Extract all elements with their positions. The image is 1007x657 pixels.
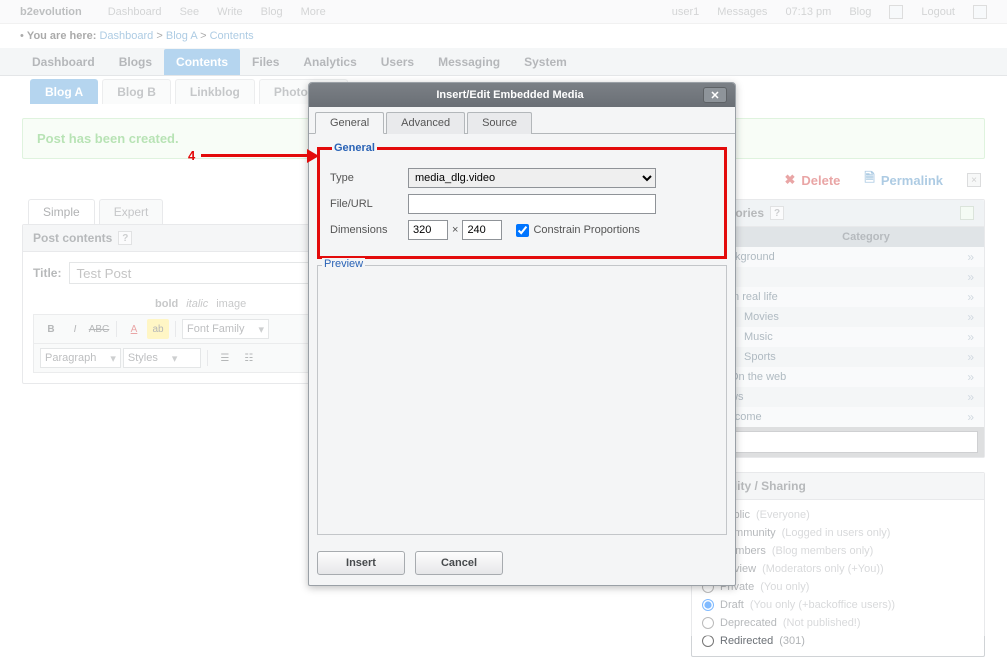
constrain-checkbox[interactable] <box>516 224 529 237</box>
type-label: Type <box>330 172 408 184</box>
cancel-button[interactable]: Cancel <box>415 551 503 575</box>
general-fieldset: General Type media_dlg.video File/URL Di… <box>317 142 727 259</box>
dialog-body: General Type media_dlg.video File/URL Di… <box>309 134 735 543</box>
dlgtab-source[interactable]: Source <box>467 112 532 134</box>
dialog-title: Insert/Edit Embedded Media <box>317 89 703 101</box>
callout-arrow: 4 <box>188 148 319 163</box>
dialog-titlebar[interactable]: Insert/Edit Embedded Media ✕ <box>309 83 735 107</box>
times-label: × <box>448 224 462 236</box>
dialog-tabs: General Advanced Source <box>309 107 735 134</box>
fieldset-legend: General <box>332 142 377 154</box>
fileurl-input[interactable] <box>408 194 656 214</box>
vis-label: Redirected <box>720 635 773 647</box>
callout-number: 4 <box>188 148 195 163</box>
media-dialog: Insert/Edit Embedded Media ✕ General Adv… <box>308 82 736 586</box>
fileurl-label: File/URL <box>330 198 408 210</box>
vis-radio[interactable] <box>702 635 714 647</box>
dlgtab-advanced[interactable]: Advanced <box>386 112 465 134</box>
dialog-buttons: Insert Cancel <box>309 543 735 585</box>
type-select[interactable]: media_dlg.video <box>408 168 656 188</box>
dimensions-label: Dimensions <box>330 224 408 236</box>
insert-button[interactable]: Insert <box>317 551 405 575</box>
dialog-close-button[interactable]: ✕ <box>703 87 727 103</box>
constrain-label: Constrain Proportions <box>529 224 639 236</box>
height-input[interactable] <box>462 220 502 240</box>
preview-frame: Preview <box>317 265 727 535</box>
vis-tail: (301) <box>779 635 805 647</box>
dlgtab-general[interactable]: General <box>315 112 384 134</box>
width-input[interactable] <box>408 220 448 240</box>
preview-label: Preview <box>322 258 365 270</box>
